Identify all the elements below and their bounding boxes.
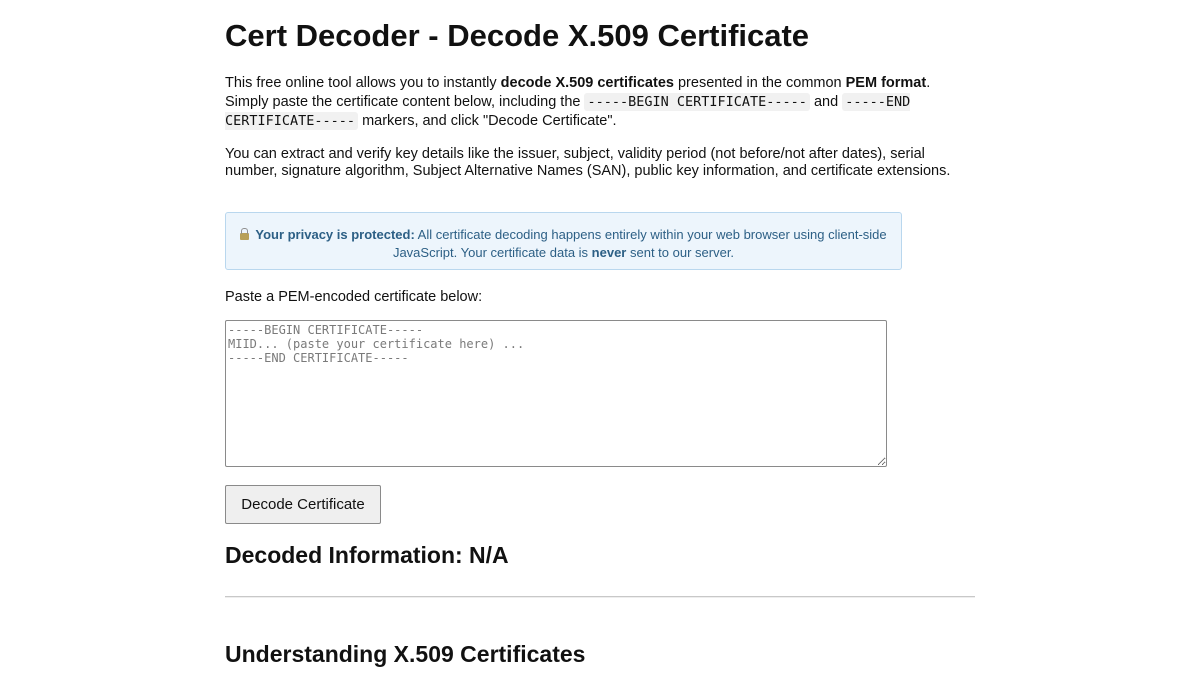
certificate-input-label: Paste a PEM-encoded certificate below: (225, 289, 483, 305)
lock-icon (240, 228, 250, 240)
extract-paragraph: You can extract and verify key details l… (225, 146, 951, 179)
privacy-heading: Your privacy is protected: (255, 227, 415, 242)
page-title: Cert Decoder - Decode X.509 Certificate (225, 18, 810, 53)
intro-text: presented in the common (673, 75, 846, 91)
privacy-text: sent to our server. (626, 245, 735, 260)
intro-text: This free online tool allows you to inst… (225, 75, 501, 91)
intro-emphasis-decode: decode X.509 certificates (500, 75, 674, 91)
intro-text: markers, and click "Decode Certificate". (358, 113, 617, 129)
understanding-heading: Understanding X.509 Certificates (225, 641, 586, 667)
intro-emphasis-pem: PEM format (845, 75, 927, 91)
intro-paragraph: This free online tool allows you to inst… (225, 74, 975, 131)
section-divider (225, 596, 975, 598)
intro-text: and (809, 94, 843, 110)
privacy-notice: Your privacy is protected: All certifica… (225, 212, 902, 270)
decode-certificate-button[interactable]: Decode Certificate (225, 485, 381, 524)
decoded-information-heading: Decoded Information: N/A (225, 542, 509, 568)
certificate-input[interactable] (225, 320, 887, 467)
begin-marker-code: -----BEGIN CERTIFICATE----- (584, 93, 810, 111)
privacy-emphasis-never: never (591, 245, 627, 260)
